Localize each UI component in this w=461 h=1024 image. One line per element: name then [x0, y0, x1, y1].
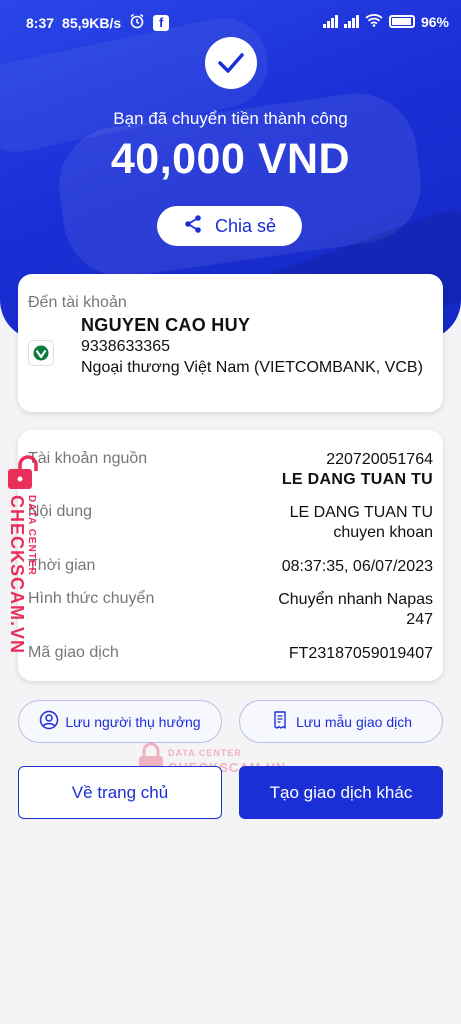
watermark-small-text: DATA CENTER [168, 748, 242, 758]
time-value: 08:37:35, 06/07/2023 [281, 558, 433, 575]
lock-icon [8, 455, 38, 489]
save-beneficiary-label: Lưu người thụ hưởng [65, 713, 201, 730]
detail-row-transaction-id: Mã giao dịch FT23187059019407 [28, 644, 433, 666]
detail-row-content: Nội dung LE DANG TUAN TU chuyen khoan [28, 503, 433, 543]
detail-row-method: Hình thức chuyển Chuyển nhanh Napas 247 [28, 590, 433, 630]
facebook-icon: f [153, 14, 170, 31]
status-time: 8:37 [26, 14, 55, 31]
battery-level: 96% [420, 13, 449, 30]
transfer-amount: 40,000 VND [110, 135, 351, 183]
signal-icon [343, 15, 359, 28]
transaction-details-card: Tài khoản nguồn 220720051764 LE DANG TUA… [18, 430, 443, 681]
recipient-account-number: 9338633365 [81, 338, 170, 355]
recipient-card: Đến tài khoản NGUYEN CAO HUY 9338633365 … [18, 274, 443, 412]
content-line2: chuyen khoan [333, 524, 433, 541]
status-bar: 8:37 85,9KB/s f 96% [0, 8, 461, 36]
checkscam-side-watermark: CHECKSCAM.VN DATA CENTER [2, 455, 52, 655]
vietcombank-logo-icon [28, 340, 54, 366]
watermark-side-small: DATA CENTER [26, 495, 37, 576]
detail-row-time: Thời gian 08:37:35, 06/07/2023 [28, 557, 433, 579]
save-template-label: Lưu mẫu giao dịch [296, 713, 412, 730]
source-account-number: 220720051764 [326, 451, 433, 468]
battery-icon [388, 15, 415, 28]
transaction-id-value: FT23187059019407 [288, 645, 433, 662]
save-beneficiary-button[interactable]: Lưu người thụ hưởng [18, 700, 222, 743]
home-button[interactable]: Về trang chủ [18, 766, 222, 819]
recipient-label: Đến tài khoản [28, 294, 127, 311]
status-speed: 85,9KB/s [62, 14, 122, 31]
share-icon [183, 214, 203, 239]
receipt-icon [270, 710, 290, 733]
save-template-button[interactable]: Lưu mẫu giao dịch [239, 700, 443, 743]
method-line1: Chuyển nhanh Napas [278, 591, 433, 608]
share-label: Chia sẻ [214, 215, 277, 236]
wifi-icon [365, 13, 383, 30]
recipient-bank: Ngoại thương Việt Nam (VIETCOMBANK, VCB) [81, 359, 423, 376]
share-button[interactable]: Chia sẻ [157, 206, 302, 246]
success-message: Bạn đã chuyển tiền thành công [113, 109, 348, 128]
user-circle-icon [39, 710, 59, 733]
new-transaction-button[interactable]: Tạo giao dịch khác [239, 766, 443, 819]
success-check-icon [205, 37, 257, 89]
source-account-name: LE DANG TUAN TU [281, 471, 433, 488]
signal-icon [322, 15, 338, 28]
content-line1: LE DANG TUAN TU [289, 504, 433, 521]
detail-row-source: Tài khoản nguồn 220720051764 LE DANG TUA… [28, 450, 433, 490]
alarm-icon [129, 13, 145, 32]
method-line2: 247 [406, 611, 433, 628]
watermark-side-brand: CHECKSCAM.VN [7, 495, 27, 655]
recipient-name: NGUYEN CAO HUY [81, 315, 251, 335]
